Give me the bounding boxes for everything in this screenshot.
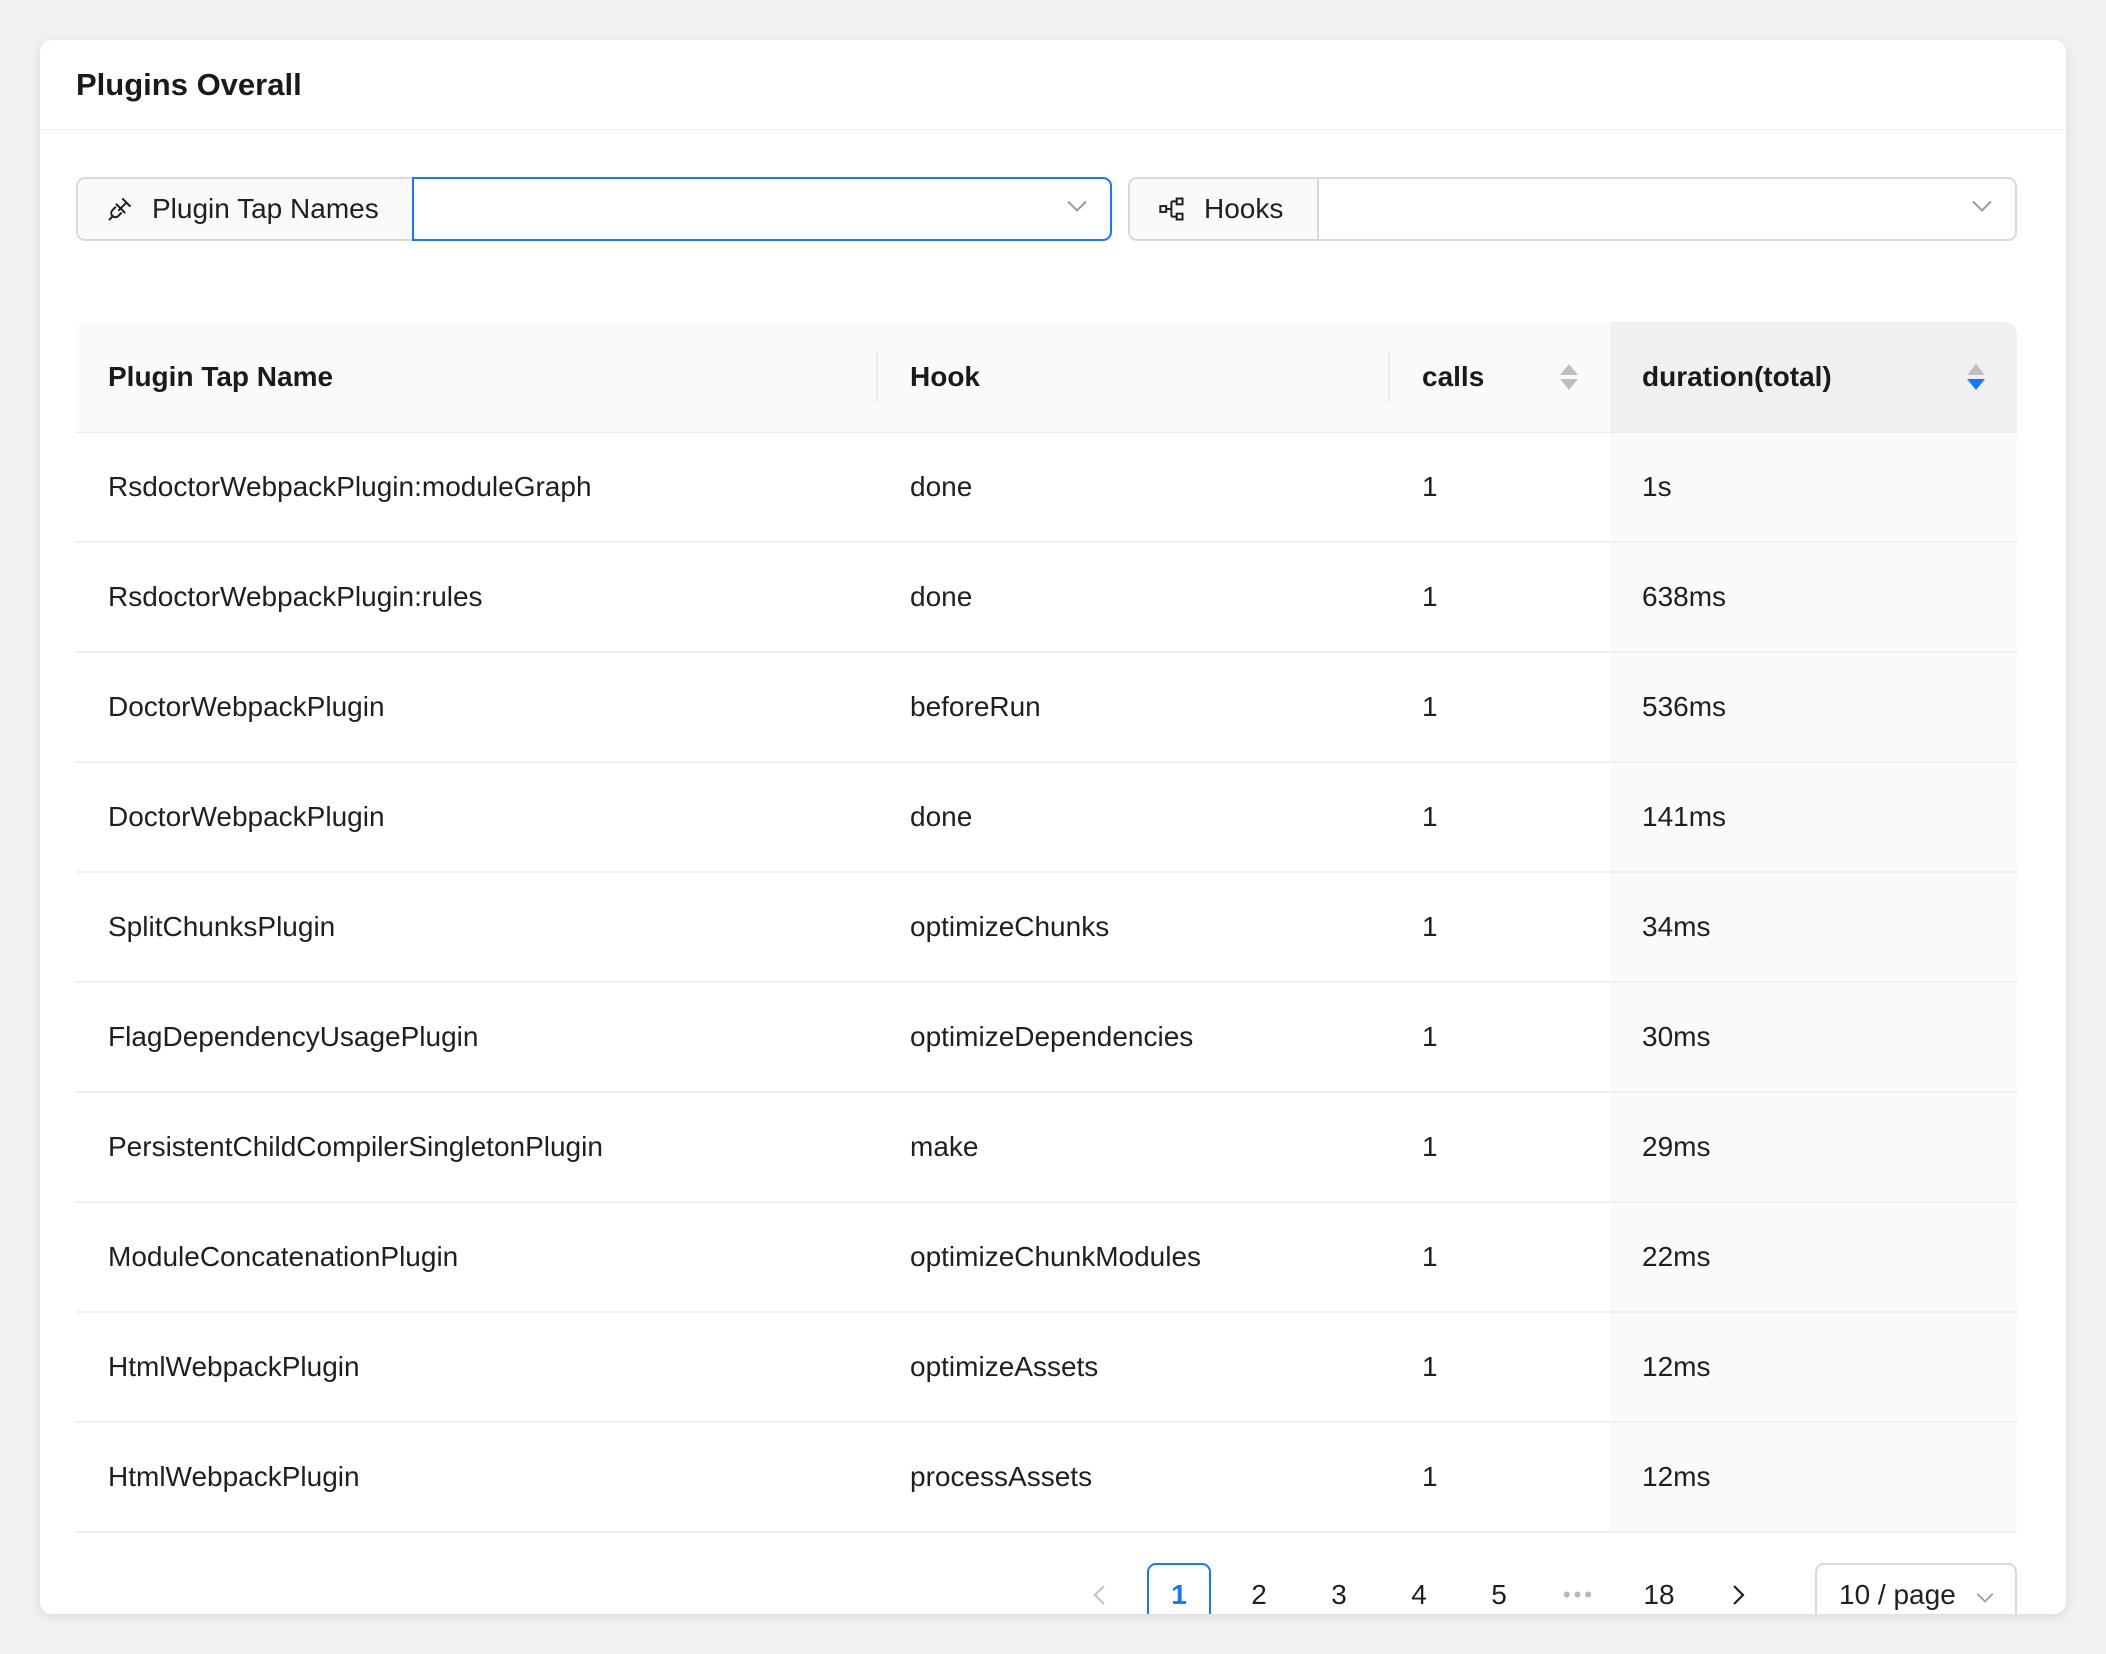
table-row: DoctorWebpackPlugin done 1 141ms xyxy=(76,763,2017,873)
table-body: RsdoctorWebpackPlugin:moduleGraph done 1… xyxy=(76,433,2017,1533)
panel-body: Plugin Tap Names Hooks Plugin Tap Name H… xyxy=(76,130,2017,1614)
page-1-button[interactable]: 1 xyxy=(1147,1563,1211,1614)
hooks-addon: Hooks xyxy=(1128,177,1317,241)
hooks-filter: Hooks xyxy=(1128,177,2017,241)
cell-duration: 1s xyxy=(1610,433,2017,541)
cell-plugin: PersistentChildCompilerSingletonPlugin xyxy=(108,1131,603,1162)
hooks-select[interactable] xyxy=(1317,177,2017,241)
cell-hook: beforeRun xyxy=(910,691,1041,722)
cell-calls: 1 xyxy=(1422,801,1438,832)
column-header-calls[interactable]: calls xyxy=(1390,322,1610,432)
table-row: ModuleConcatenationPlugin optimizeChunkM… xyxy=(76,1203,2017,1313)
cell-plugin: DoctorWebpackPlugin xyxy=(108,691,385,722)
cell-hook: done xyxy=(910,801,973,832)
cell-hook: done xyxy=(910,581,973,612)
cell-plugin: ModuleConcatenationPlugin xyxy=(108,1241,459,1272)
panel-title: Plugins Overall xyxy=(76,66,302,102)
table-row: HtmlWebpackPlugin optimizeAssets 1 12ms xyxy=(76,1313,2017,1423)
cell-plugin: HtmlWebpackPlugin xyxy=(108,1461,360,1492)
ellipsis-icon: ••• xyxy=(1562,1582,1596,1607)
plugin-tap-names-addon: Plugin Tap Names xyxy=(76,177,412,241)
page-4-button[interactable]: 4 xyxy=(1387,1563,1451,1614)
cell-hook: optimizeDependencies xyxy=(910,1021,1194,1052)
column-header-hook: Hook xyxy=(878,322,1390,432)
cell-calls: 1 xyxy=(1422,581,1438,612)
page-3-button[interactable]: 3 xyxy=(1307,1563,1371,1614)
cell-plugin: HtmlWebpackPlugin xyxy=(108,1351,360,1382)
cell-calls: 1 xyxy=(1422,1351,1438,1382)
cell-duration: 536ms xyxy=(1610,653,2017,761)
cell-hook: optimizeChunkModules xyxy=(910,1241,1202,1272)
cell-calls: 1 xyxy=(1422,911,1438,942)
table-row: RsdoctorWebpackPlugin:rules done 1 638ms xyxy=(76,543,2017,653)
plugin-tap-names-filter: Plugin Tap Names xyxy=(76,177,1112,241)
chevron-down-icon xyxy=(1971,200,1993,219)
page-size-value: 10 / page xyxy=(1839,1579,1956,1610)
cell-calls: 1 xyxy=(1422,1461,1438,1492)
cell-plugin: FlagDependencyUsagePlugin xyxy=(108,1021,479,1052)
cell-duration: 29ms xyxy=(1610,1093,2017,1201)
column-header-plugin-tap-name: Plugin Tap Name xyxy=(76,322,878,432)
panel-header: Plugins Overall xyxy=(40,40,2066,130)
cell-duration: 34ms xyxy=(1610,873,2017,981)
cell-duration: 141ms xyxy=(1610,763,2017,871)
jump-next-button[interactable]: ••• xyxy=(1547,1563,1611,1614)
table-row: FlagDependencyUsagePlugin optimizeDepend… xyxy=(76,983,2017,1093)
cell-calls: 1 xyxy=(1422,1021,1438,1052)
cell-duration: 12ms xyxy=(1610,1313,2017,1421)
chevron-down-icon xyxy=(1066,200,1088,219)
plugins-overall-panel: Plugins Overall Plugin Tap Names Hooks P… xyxy=(40,40,2066,1614)
cell-duration: 638ms xyxy=(1610,543,2017,651)
page-size-select[interactable]: 10 / page xyxy=(1815,1563,2017,1614)
cell-plugin: RsdoctorWebpackPlugin:rules xyxy=(108,581,483,612)
cell-calls: 1 xyxy=(1422,1241,1438,1272)
cell-calls: 1 xyxy=(1422,1131,1438,1162)
cell-hook: optimizeAssets xyxy=(910,1351,1099,1382)
table-row: HtmlWebpackPlugin processAssets 1 12ms xyxy=(76,1423,2017,1533)
pagination: 1 2 3 4 5 ••• 18 10 / page xyxy=(1051,1563,2017,1614)
cell-plugin: DoctorWebpackPlugin xyxy=(108,801,385,832)
table-row: DoctorWebpackPlugin beforeRun 1 536ms xyxy=(76,653,2017,763)
cell-hook: make xyxy=(910,1131,979,1162)
cell-hook: processAssets xyxy=(910,1461,1093,1492)
hooks-label: Hooks xyxy=(1204,193,1284,224)
cell-hook: done xyxy=(910,471,973,502)
table-row: RsdoctorWebpackPlugin:moduleGraph done 1… xyxy=(76,433,2017,543)
plugin-tap-names-label: Plugin Tap Names xyxy=(152,193,379,224)
cell-hook: optimizeChunks xyxy=(910,911,1110,942)
page-2-button[interactable]: 2 xyxy=(1227,1563,1291,1614)
cell-plugin: RsdoctorWebpackPlugin:moduleGraph xyxy=(108,471,592,502)
sort-descending-icon[interactable] xyxy=(1967,364,1985,390)
filters-bar: Plugin Tap Names Hooks xyxy=(76,177,2017,241)
table-row: PersistentChildCompilerSingletonPlugin m… xyxy=(76,1093,2017,1203)
plug-icon xyxy=(106,195,134,223)
cell-calls: 1 xyxy=(1422,691,1438,722)
sort-icon[interactable] xyxy=(1560,364,1578,390)
chevron-down-icon xyxy=(1975,1579,1995,1611)
next-page-button[interactable] xyxy=(1707,1563,1771,1614)
column-header-duration-total[interactable]: duration(total) xyxy=(1610,322,2017,432)
cell-calls: 1 xyxy=(1422,471,1438,502)
plugins-table: Plugin Tap Name Hook calls duration(tota… xyxy=(76,322,2017,1533)
page-18-button[interactable]: 18 xyxy=(1627,1563,1691,1614)
cell-duration: 30ms xyxy=(1610,983,2017,1091)
hierarchy-icon xyxy=(1158,195,1186,223)
prev-page-button[interactable] xyxy=(1067,1563,1131,1614)
cell-duration: 22ms xyxy=(1610,1203,2017,1311)
table-row: SplitChunksPlugin optimizeChunks 1 34ms xyxy=(76,873,2017,983)
table-header: Plugin Tap Name Hook calls duration(tota… xyxy=(76,322,2017,433)
cell-plugin: SplitChunksPlugin xyxy=(108,911,336,942)
plugin-tap-names-select[interactable] xyxy=(412,177,1112,241)
page-5-button[interactable]: 5 xyxy=(1467,1563,1531,1614)
cell-duration: 12ms xyxy=(1610,1423,2017,1531)
